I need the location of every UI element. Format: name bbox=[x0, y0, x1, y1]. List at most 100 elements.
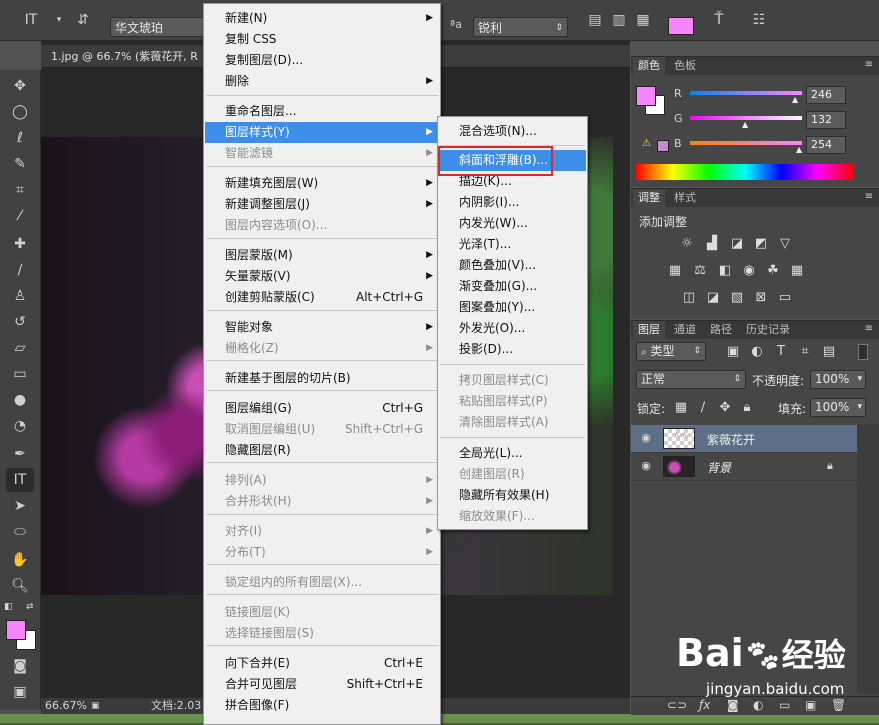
warp-text-icon[interactable]: Ť bbox=[708, 10, 730, 30]
context-menu-item[interactable]: 智能对象 ▶ bbox=[205, 317, 439, 338]
channel-r-value[interactable]: 246 bbox=[806, 86, 846, 104]
vibrance-icon[interactable]: ▽ bbox=[776, 236, 794, 252]
layer-style-menu-item[interactable]: 内发光(W)... bbox=[439, 213, 586, 234]
context-menu-item[interactable]: 图层编组(G) Ctrl+G bbox=[205, 398, 439, 419]
threshold-icon[interactable]: ▧ bbox=[728, 290, 746, 306]
move-tool-icon[interactable]: ✥ bbox=[6, 74, 34, 98]
character-panel-icon[interactable]: ☷ bbox=[748, 10, 770, 30]
marquee-tool-icon[interactable]: ◯ bbox=[6, 100, 34, 124]
color-lookup-icon[interactable]: ▦ bbox=[788, 263, 806, 279]
eyedropper-tool-icon[interactable]: ⁄ bbox=[6, 204, 34, 228]
black-white-icon[interactable]: ◧ bbox=[716, 263, 734, 279]
context-menu-item[interactable]: 图层样式(Y) ▶ bbox=[205, 122, 439, 143]
tab-channels[interactable]: 通道 bbox=[669, 321, 701, 339]
layer-style-menu-item[interactable]: 全局光(L)... bbox=[439, 443, 586, 464]
add-mask-icon[interactable]: ◙ bbox=[727, 698, 739, 712]
lock-position-icon[interactable]: ✥ bbox=[716, 400, 734, 416]
trash-icon[interactable]: 🗑︎ bbox=[831, 698, 846, 712]
channel-b-slider[interactable] bbox=[690, 141, 802, 145]
filter-toggle[interactable] bbox=[858, 344, 868, 360]
layer-row-background[interactable]: ◉ 背景 🔒︎ bbox=[631, 453, 857, 481]
zoom-tool-icon[interactable]: 🔍︎ bbox=[6, 574, 34, 598]
layer-style-menu-item[interactable]: 图案叠加(Y)... bbox=[439, 297, 586, 318]
layer-style-menu-item[interactable]: 内阴影(I)... bbox=[439, 192, 586, 213]
layer-style-menu-item[interactable]: 颜色叠加(V)... bbox=[439, 255, 586, 276]
layer-name[interactable]: 紫薇花开 bbox=[707, 431, 755, 448]
hand-tool-icon[interactable]: ✋ bbox=[6, 548, 34, 572]
filter-pixel-icon[interactable]: ▣ bbox=[724, 344, 742, 360]
color-balance-icon[interactable]: ⚖ bbox=[691, 263, 709, 279]
hue-saturation-icon[interactable]: ▦ bbox=[666, 263, 684, 279]
panel-menu-icon[interactable]: ≡ bbox=[865, 191, 873, 202]
context-menu-item[interactable]: 新建调整图层(J) ▶ bbox=[205, 194, 439, 215]
zoom-level[interactable]: 66.67% bbox=[45, 698, 87, 714]
lock-pixels-icon[interactable]: ∕ bbox=[694, 400, 712, 416]
tab-history[interactable]: 历史记录 bbox=[741, 321, 795, 339]
antialias-select[interactable]: 锐利 ⇕ bbox=[473, 17, 568, 37]
healing-brush-tool-icon[interactable]: ✚ bbox=[6, 232, 34, 256]
align-right-icon[interactable]: ▦ bbox=[632, 10, 654, 30]
new-group-icon[interactable]: ▭ bbox=[779, 698, 790, 712]
blur-tool-icon[interactable]: ● bbox=[6, 388, 34, 412]
layer-style-menu-item[interactable]: 光泽(T)... bbox=[439, 234, 586, 255]
posterize-icon[interactable]: ◪ bbox=[704, 290, 722, 306]
quick-mask-icon[interactable]: ◙ bbox=[6, 654, 34, 678]
context-menu-item[interactable]: 新建(N) ▶ bbox=[205, 8, 439, 29]
eye-visibility-icon[interactable]: ◉ bbox=[639, 431, 653, 445]
tab-color[interactable]: 颜色 bbox=[633, 57, 665, 75]
brightness-contrast-icon[interactable]: ☼ bbox=[678, 236, 696, 252]
tab-paths[interactable]: 路径 bbox=[705, 321, 737, 339]
panel-menu-icon[interactable]: ≡ bbox=[865, 323, 873, 334]
channel-g-slider-thumb[interactable]: ▲ bbox=[742, 120, 748, 129]
fx-icon[interactable]: ƒx bbox=[699, 698, 710, 712]
channel-r-slider-thumb[interactable]: ▲ bbox=[792, 95, 798, 104]
context-menu-item[interactable]: 复制图层(D)... bbox=[205, 50, 439, 71]
context-menu-item[interactable]: 新建基于图层的切片(B) bbox=[205, 368, 439, 389]
context-menu-item[interactable]: 隐藏图层(R) bbox=[205, 440, 439, 461]
tab-swatches[interactable]: 色板 bbox=[669, 57, 701, 75]
layer-style-menu-item[interactable]: 投影(D)... bbox=[439, 339, 586, 360]
gradient-map-icon[interactable]: ▭ bbox=[776, 290, 794, 306]
history-brush-tool-icon[interactable]: ↺ bbox=[6, 310, 34, 334]
new-adjustment-icon[interactable]: ◐ bbox=[753, 698, 763, 712]
out-of-gamut-warning-icon[interactable]: ⚠ bbox=[642, 138, 651, 149]
opacity-input[interactable]: 100% ▾ bbox=[810, 370, 866, 389]
context-menu-item[interactable]: 矢量蒙版(V) ▶ bbox=[205, 266, 439, 287]
exposure-icon[interactable]: ◩ bbox=[752, 236, 770, 252]
swap-colors-icon[interactable]: ⇄ bbox=[26, 602, 34, 612]
crop-tool-icon[interactable]: ⌗ bbox=[6, 178, 34, 202]
layer-style-menu-item[interactable]: 隐藏所有效果(H) bbox=[439, 485, 586, 506]
layer-row-text[interactable]: ◉ ∿∿ 紫薇花开 bbox=[631, 425, 857, 453]
type-tool-icon[interactable]: IT bbox=[6, 468, 34, 492]
filter-shape-icon[interactable]: ⌗ bbox=[796, 344, 814, 360]
blend-mode-select[interactable]: 正常 ⇕ bbox=[636, 370, 746, 389]
eye-visibility-icon[interactable]: ◉ bbox=[639, 459, 653, 473]
layer-name[interactable]: 背景 bbox=[707, 459, 731, 476]
layer-style-menu-item[interactable]: 外发光(O)... bbox=[439, 318, 586, 339]
filter-type-icon[interactable]: T bbox=[772, 344, 790, 360]
font-family-select[interactable]: 华文琥珀 bbox=[110, 17, 206, 37]
text-tool-preset-icon[interactable]: IT bbox=[20, 10, 42, 30]
chevron-down-icon[interactable]: ▾ bbox=[48, 10, 70, 30]
layer-filter-select[interactable]: ⌕ 类型 ⇕ bbox=[636, 342, 706, 361]
eraser-tool-icon[interactable]: ▱ bbox=[6, 336, 34, 360]
shape-tool-icon[interactable]: ⬭ bbox=[6, 520, 34, 544]
levels-icon[interactable]: ▟ bbox=[703, 236, 721, 252]
color-spectrum-bar[interactable] bbox=[636, 164, 854, 180]
curves-icon[interactable]: ◪ bbox=[728, 236, 746, 252]
color-panel-foreground-swatch[interactable] bbox=[636, 86, 656, 106]
quick-select-tool-icon[interactable]: ✎ bbox=[6, 152, 34, 176]
context-menu-item[interactable]: 复制 CSS bbox=[205, 29, 439, 50]
context-menu-item[interactable]: 重命名图层... bbox=[205, 101, 439, 122]
layer-style-menu-item[interactable]: 混合选项(N)... bbox=[439, 121, 586, 142]
context-menu-item[interactable]: 向下合并(E) Ctrl+E bbox=[205, 653, 439, 674]
tab-layers[interactable]: 图层 bbox=[633, 321, 665, 339]
panel-menu-icon[interactable]: ≡ bbox=[865, 59, 873, 70]
brush-tool-icon[interactable]: ∕ bbox=[6, 258, 34, 282]
align-left-icon[interactable]: ▤ bbox=[584, 10, 606, 30]
default-colors-icon[interactable]: ◧ bbox=[4, 602, 13, 612]
tab-adjustments[interactable]: 调整 bbox=[633, 189, 665, 207]
channel-g-value[interactable]: 132 bbox=[806, 111, 846, 129]
context-menu-item[interactable]: 删除 ▶ bbox=[205, 71, 439, 92]
gradient-tool-icon[interactable]: ▭ bbox=[6, 362, 34, 386]
